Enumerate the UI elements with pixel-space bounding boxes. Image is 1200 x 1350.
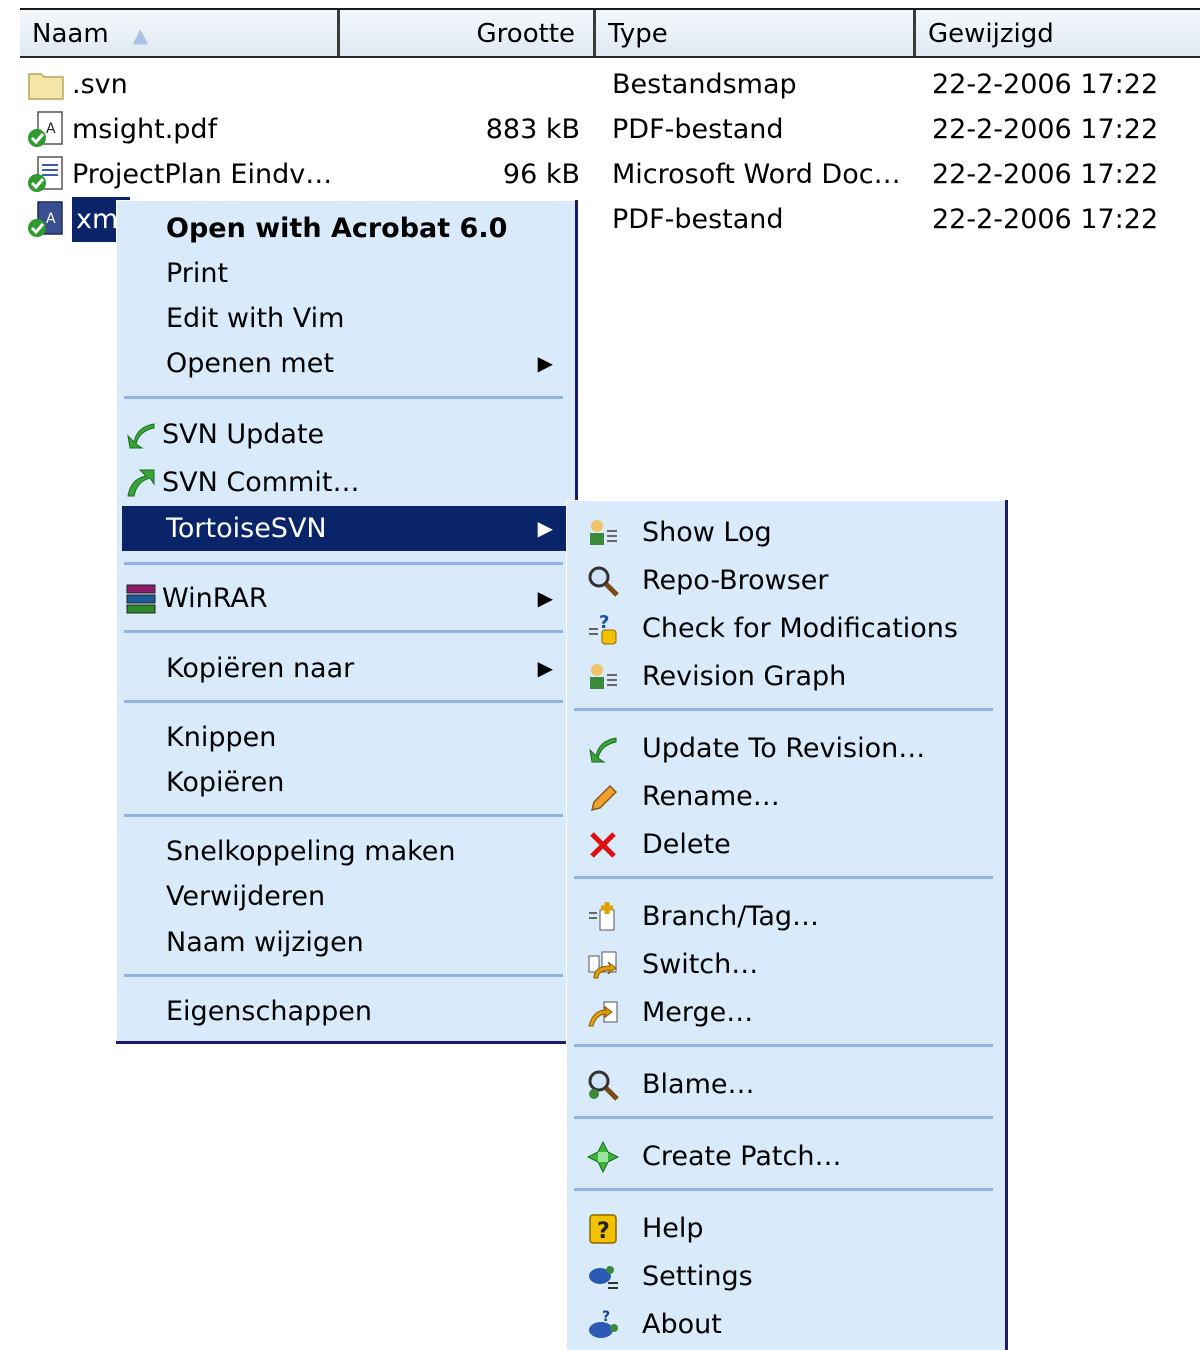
menu-item-open-with[interactable]: Openen met ▶ — [122, 341, 569, 386]
pencil-icon — [590, 784, 618, 812]
menu-item-repo-browser[interactable]: Repo-Browser — [572, 558, 999, 603]
menu-item-tortoisesvn[interactable]: TortoiseSVN ▶ — [122, 506, 569, 551]
menu-item-rename[interactable]: Naam wijzigen — [122, 920, 569, 965]
pdf-svn-icon: A — [28, 201, 63, 237]
blame-magnifier-icon — [588, 1070, 619, 1101]
menu-item-print[interactable]: Print — [122, 251, 569, 296]
menu-item-create-shortcut[interactable]: Snelkoppeling maken — [122, 829, 569, 874]
revision-graph-icon — [590, 664, 617, 689]
file-type: Bestandsmap — [612, 69, 797, 100]
submenu-arrow-icon: ▶ — [537, 586, 553, 610]
check-modifications-icon: ? — [589, 612, 617, 645]
svg-text:A: A — [46, 211, 56, 227]
menu-item-blame[interactable]: Blame… — [572, 1062, 999, 1107]
switch-icon — [588, 951, 617, 979]
file-size — [324, 62, 580, 107]
svn-update-icon — [127, 423, 155, 449]
submenu-arrow-icon: ▶ — [537, 656, 553, 680]
menu-separator — [574, 876, 993, 879]
menu-item-copy-to[interactable]: Kopiëren naar ▶ — [122, 646, 569, 691]
svg-text:?: ? — [597, 1219, 610, 1244]
file-row[interactable]: ProjectPlan Eindv… 96 kB Microsoft Word … — [24, 152, 1200, 197]
file-size: 96 kB — [502, 159, 580, 190]
menu-item-check-modifications[interactable]: ? Check for Modifications — [572, 606, 999, 651]
file-row[interactable]: A msight.pdf 883 kB PDF-bestand 22-2-200… — [24, 107, 1200, 152]
file-size: 883 kB — [485, 114, 580, 145]
menu-separator — [124, 814, 563, 817]
submenu-arrow-icon: ▶ — [537, 516, 553, 540]
settings-icon — [589, 1266, 618, 1289]
svg-text:A: A — [46, 121, 56, 137]
menu-item-open-with-acrobat[interactable]: Open with Acrobat 6.0 — [122, 206, 569, 251]
help-icon: ? — [589, 1214, 617, 1244]
file-name: ProjectPlan Eindv… — [72, 159, 333, 190]
menu-item-help[interactable]: ? Help — [572, 1206, 999, 1251]
column-modified-header[interactable]: Gewijzigd — [916, 10, 1200, 56]
delete-x-icon — [590, 832, 616, 858]
folder-icon — [28, 73, 64, 100]
menu-separator — [574, 1188, 993, 1191]
update-icon — [589, 737, 617, 763]
show-log-icon — [590, 520, 617, 545]
context-menu: Open with Acrobat 6.0 Print Edit with Vi… — [116, 200, 578, 1044]
svn-commit-icon — [127, 469, 155, 497]
menu-item-svn-update[interactable]: SVN Update — [122, 412, 569, 457]
menu-item-cut[interactable]: Knippen — [122, 715, 569, 760]
menu-item-settings[interactable]: Settings — [572, 1254, 999, 1299]
menu-item-rename[interactable]: Rename… — [572, 774, 999, 819]
menu-item-copy[interactable]: Kopiëren — [122, 760, 569, 805]
file-row[interactable]: .svn Bestandsmap 22-2-2006 17:22 — [24, 62, 1200, 107]
menu-separator — [124, 396, 563, 399]
menu-item-switch[interactable]: Switch… — [572, 942, 999, 987]
menu-item-show-log[interactable]: Show Log — [572, 510, 999, 555]
menu-item-delete[interactable]: Delete — [572, 822, 999, 867]
merge-icon — [588, 1001, 618, 1027]
column-header: Naam ▲ Grootte Type Gewijzigd — [20, 8, 1200, 58]
column-name-header[interactable]: Naam ▲ — [20, 10, 340, 56]
branch-tag-icon — [589, 902, 615, 931]
menu-item-update-to-revision[interactable]: Update To Revision… — [572, 726, 999, 771]
file-modified: 22-2-2006 17:22 — [932, 159, 1159, 190]
menu-separator — [574, 1044, 993, 1047]
submenu-arrow-icon: ▶ — [537, 351, 553, 375]
winrar-icon — [126, 584, 156, 614]
file-name: msight.pdf — [72, 114, 218, 145]
menu-item-revision-graph[interactable]: Revision Graph — [572, 654, 999, 699]
menu-separator — [124, 630, 563, 633]
file-modified: 22-2-2006 17:22 — [932, 204, 1159, 235]
about-turtle-icon: ? — [589, 1309, 618, 1338]
file-type: PDF-bestand — [612, 114, 784, 145]
menu-item-delete[interactable]: Verwijderen — [122, 874, 569, 919]
file-modified: 22-2-2006 17:22 — [932, 69, 1159, 100]
menu-item-winrar[interactable]: WinRAR ▶ — [122, 576, 569, 621]
pdf-svn-icon: A — [28, 111, 63, 147]
file-type: Microsoft Word Doc… — [612, 159, 901, 190]
menu-separator — [124, 974, 563, 977]
menu-item-merge[interactable]: Merge… — [572, 990, 999, 1035]
magnifier-icon — [588, 566, 619, 597]
word-svn-icon — [28, 156, 63, 192]
sort-ascending-icon: ▲ — [132, 22, 149, 47]
menu-separator — [124, 562, 563, 565]
column-size-header[interactable]: Grootte — [340, 10, 596, 56]
menu-separator — [124, 700, 563, 703]
menu-item-create-patch[interactable]: Create Patch… — [572, 1134, 999, 1179]
menu-item-svn-commit[interactable]: SVN Commit… — [122, 460, 569, 505]
menu-separator — [574, 1116, 993, 1119]
svg-text:?: ? — [602, 1309, 610, 1325]
tortoisesvn-submenu: Show Log Repo-Browser ? Check for Modifi… — [566, 500, 1008, 1350]
create-patch-icon — [586, 1140, 620, 1174]
file-name: .svn — [72, 69, 128, 100]
menu-item-branch-tag[interactable]: Branch/Tag… — [572, 894, 999, 939]
file-type: PDF-bestand — [612, 204, 784, 235]
column-type-header[interactable]: Type — [596, 10, 916, 56]
menu-item-properties[interactable]: Eigenschappen — [122, 989, 569, 1034]
menu-item-about[interactable]: ? About — [572, 1302, 999, 1347]
menu-item-edit-with-vim[interactable]: Edit with Vim — [122, 296, 569, 341]
menu-separator — [574, 708, 993, 711]
file-modified: 22-2-2006 17:22 — [932, 114, 1159, 145]
